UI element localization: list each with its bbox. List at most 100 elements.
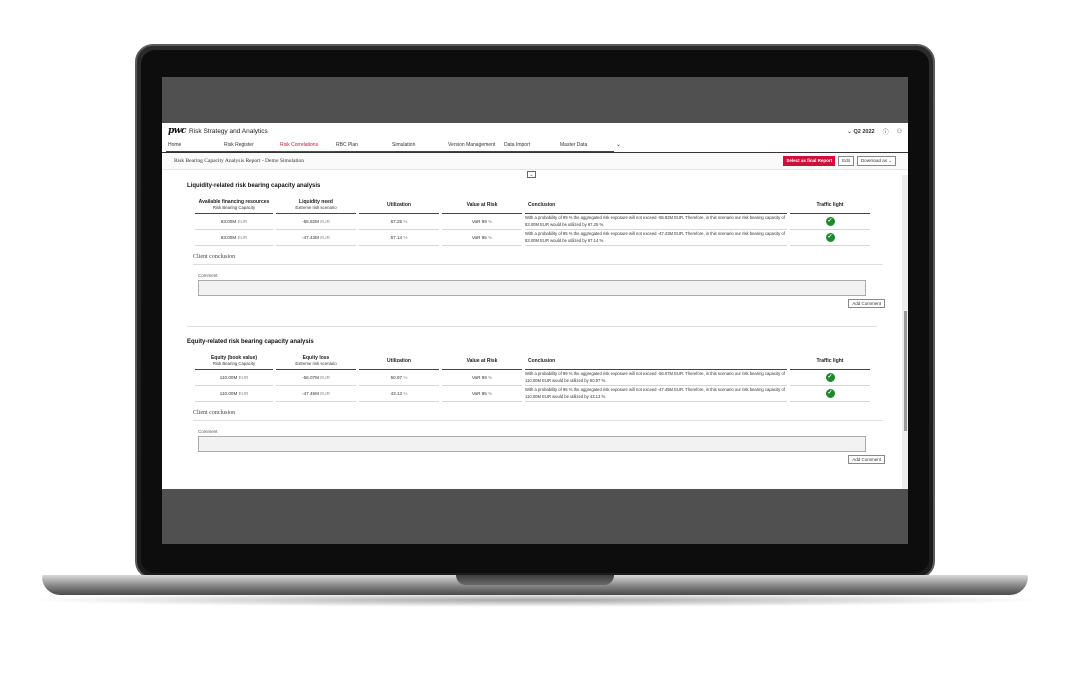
add-comment-button[interactable]: Add Comment — [848, 455, 885, 464]
comment-input[interactable] — [198, 280, 866, 296]
unit: EUR — [320, 219, 330, 224]
period-selector[interactable]: ⌄ Q2 2022 — [847, 128, 875, 135]
unit: EUR — [320, 375, 330, 380]
value: VaR 99 — [471, 375, 487, 380]
cell-utilization: 67.25 % — [359, 214, 439, 230]
green-check-icon: ✓ — [825, 217, 835, 226]
nav-tab-version-management[interactable]: Version Management — [446, 142, 502, 152]
unit: % — [403, 391, 408, 396]
cell-need: -47.45M EUR — [276, 386, 356, 402]
unit: % — [488, 391, 493, 396]
pwc-logo[interactable]: pwc — [168, 126, 187, 136]
nav-tab-home[interactable]: Home — [166, 142, 222, 152]
table-row: 83.00M EUR -47.43M EUR 57.14 % VaR 95 % … — [195, 230, 870, 246]
comment-label: Comment — [198, 273, 218, 278]
download-label: Download as — [860, 158, 887, 163]
cell-traffic-light: ✓ — [790, 370, 870, 386]
table-row: 110.00M EUR -56.07M EUR 50.97 % VaR 99 %… — [195, 370, 870, 386]
section-title: Liquidity-related risk bearing capacity … — [187, 183, 321, 189]
cell-utilization: 43.13 % — [359, 386, 439, 402]
nav-more-chevron-icon[interactable]: ⌄ — [614, 141, 628, 152]
value: -56.07M — [302, 375, 319, 380]
nav-tab-rbc-plan[interactable]: RBC Plan — [334, 142, 390, 152]
header-sublabel: Risk Bearing Capacity — [212, 361, 256, 366]
client-conclusion-heading: Client conclusion — [193, 410, 883, 421]
nav-tab-data-import[interactable]: Data Import — [502, 142, 558, 152]
analysis-table: Equity (book value) Risk Bearing Capacity… — [192, 353, 873, 402]
comment-actions: Add Comment — [187, 299, 885, 308]
scrollbar-thumb[interactable] — [904, 311, 907, 431]
download-as-button[interactable]: Download as ⌄ — [856, 156, 896, 166]
report-actions: Select as final Report Edit Download as … — [783, 156, 896, 166]
comment-actions: Add Comment — [187, 455, 885, 464]
add-comment-button[interactable]: Add Comment — [848, 299, 885, 308]
report-content: Liquidity-related risk bearing capacity … — [162, 175, 902, 489]
value: -47.43M — [302, 235, 319, 240]
cell-resources: 83.00M EUR — [195, 230, 273, 246]
analysis-table: Available financing resources Risk Bearin… — [192, 197, 873, 246]
liquidity-section: Liquidity-related risk bearing capacity … — [187, 183, 885, 308]
value: 43.13 — [390, 391, 403, 396]
cell-resources: 83.00M EUR — [195, 214, 273, 230]
header-sublabel: Extreme risk scenario — [295, 205, 337, 210]
unit: % — [403, 375, 408, 380]
main-nav: Home Risk Register Risk Correlations RBC Pl… — [162, 139, 908, 153]
nav-tab-master-data[interactable]: Master Data — [558, 142, 614, 152]
edit-button[interactable]: Edit — [838, 156, 854, 166]
col-header-value-at-risk: Value at Risk — [442, 197, 522, 214]
col-header-utilization: Utilization — [359, 353, 439, 370]
cell-value-at-risk: VaR 95 % — [442, 386, 522, 402]
cell-need: -55.82M EUR — [276, 214, 356, 230]
unit: % — [488, 235, 493, 240]
cell-value-at-risk: VaR 99 % — [442, 214, 522, 230]
unit: % — [488, 219, 493, 224]
top-bar: pwc Risk Strategy and Analytics ⌄ Q2 202… — [162, 123, 908, 139]
value: -47.45M — [302, 391, 319, 396]
green-check-icon: ✓ — [825, 233, 835, 242]
table-row: 110.00M EUR -47.45M EUR 43.13 % VaR 95 %… — [195, 386, 870, 402]
cell-conclusion: With a probability of 99 % the aggregate… — [525, 370, 787, 386]
cell-utilization: 50.97 % — [359, 370, 439, 386]
cell-resources: 110.00M EUR — [195, 386, 273, 402]
laptop-notch — [456, 575, 614, 585]
header-sublabel: Risk Bearing Capacity — [212, 205, 256, 210]
cell-resources: 110.00M EUR — [195, 370, 273, 386]
comment-input[interactable] — [198, 436, 866, 452]
nav-tab-simulation[interactable]: Simulation — [390, 142, 446, 152]
value: 83.00M — [220, 219, 237, 224]
value: 50.97 — [390, 375, 403, 380]
cell-conclusion: With a probability of 95 % the aggregate… — [525, 230, 787, 246]
chevron-down-icon: ⌄ — [846, 128, 852, 135]
help-circle-icon[interactable]: ⓘ — [883, 127, 889, 136]
cell-conclusion: With a probability of 95 % the aggregate… — [525, 386, 787, 402]
unit: EUR — [238, 375, 249, 380]
value: 57.14 — [390, 235, 403, 240]
value: 83.00M — [220, 235, 237, 240]
period-label: Q2 2022 — [853, 128, 875, 135]
green-check-icon: ✓ — [825, 373, 835, 382]
nav-tab-risk-correlations[interactable]: Risk Correlations — [278, 142, 334, 152]
top-right-controls: ⌄ Q2 2022 ⓘ ⚇ — [847, 127, 902, 136]
col-header-resources: Equity (book value) Risk Bearing Capacity — [195, 353, 273, 370]
value: VaR 95 — [471, 235, 487, 240]
unit: EUR — [237, 235, 248, 240]
unit: EUR — [238, 391, 249, 396]
table-header-row: Equity (book value) Risk Bearing Capacity… — [195, 353, 870, 370]
cell-traffic-light: ✓ — [790, 214, 870, 230]
header-sublabel: Extreme risk scenario — [295, 361, 337, 366]
table-row: 83.00M EUR -55.82M EUR 67.25 % VaR 99 % … — [195, 214, 870, 230]
laptop-mockup: pwc Risk Strategy and Analytics ⌄ Q2 202… — [0, 0, 1070, 675]
client-conclusion-heading: Client conclusion — [193, 254, 883, 265]
equity-section: Equity-related risk bearing capacity ana… — [187, 339, 885, 464]
cell-need: -56.07M EUR — [276, 370, 356, 386]
col-header-utilization: Utilization — [359, 197, 439, 214]
value: -55.82M — [302, 219, 319, 224]
green-check-icon: ✓ — [825, 389, 835, 398]
user-icon[interactable]: ⚇ — [897, 128, 902, 135]
nav-tab-risk-register[interactable]: Risk Register — [222, 142, 278, 152]
select-final-report-button[interactable]: Select as final Report — [783, 156, 836, 166]
value: 67.25 — [390, 219, 403, 224]
col-header-need: Equity loss Extreme risk scenario — [276, 353, 356, 370]
cell-traffic-light: ✓ — [790, 386, 870, 402]
unit: EUR — [320, 235, 330, 240]
